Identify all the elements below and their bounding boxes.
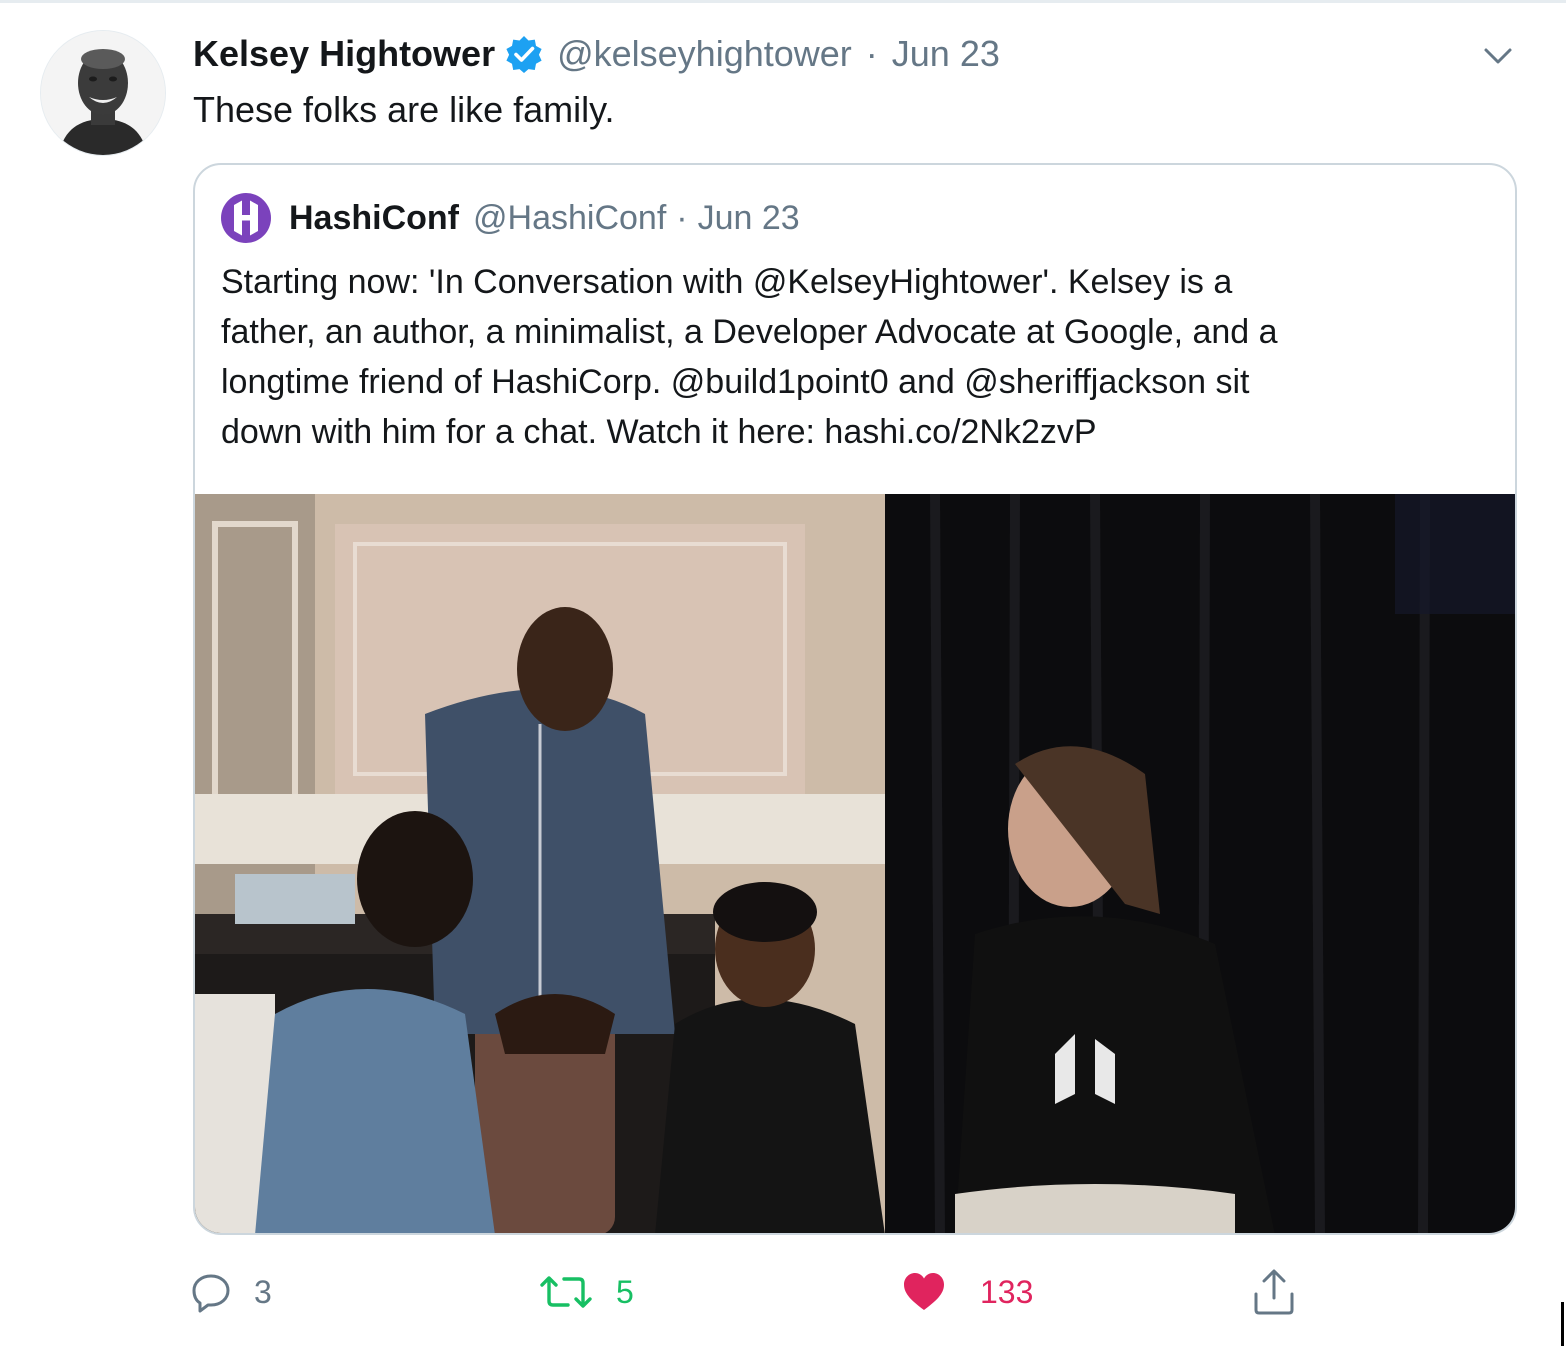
quoted-tweet-text: Starting now: 'In Conversation with @Kel… xyxy=(221,257,1493,457)
quoted-tweet-date[interactable]: Jun 23 xyxy=(698,199,800,238)
heart-icon xyxy=(902,1271,946,1313)
author-handle[interactable]: @kelseyhightower xyxy=(557,33,852,75)
quoted-author-name[interactable]: HashiConf xyxy=(289,199,459,238)
tweet-photo[interactable] xyxy=(195,494,1515,1233)
quoted-text-line: down with him for a chat. Watch it here:… xyxy=(221,413,1097,451)
retweet-icon xyxy=(538,1271,594,1313)
quoted-header-separator: · xyxy=(676,198,688,237)
quoted-author-handle[interactable]: @HashiConf xyxy=(473,199,666,238)
hashicorp-logo-icon xyxy=(221,193,271,243)
retweet-count: 5 xyxy=(616,1273,634,1310)
tweet-action-bar: 3 5 133 xyxy=(0,1262,1566,1322)
like-count: 133 xyxy=(980,1273,1034,1310)
share-icon xyxy=(1252,1268,1296,1316)
tweet-header: Kelsey Hightower @kelseyhightower · Jun … xyxy=(193,32,1000,76)
verified-badge-icon xyxy=(505,35,543,73)
quoted-tweet-card[interactable]: HashiConf @HashiConf · Jun 23 Starting n… xyxy=(193,163,1517,1235)
share-button[interactable] xyxy=(1252,1262,1296,1322)
reply-icon xyxy=(190,1271,232,1313)
top-divider xyxy=(0,0,1566,3)
header-separator: · xyxy=(865,33,878,74)
quoted-text-line: longtime friend of HashiCorp. @build1poi… xyxy=(221,363,1250,401)
tweet-text: These folks are like family. xyxy=(193,89,615,130)
quoted-tweet-header: HashiConf @HashiConf · Jun 23 xyxy=(221,193,800,243)
text-cursor xyxy=(1561,1302,1564,1346)
retweet-button[interactable]: 5 xyxy=(538,1262,634,1322)
reply-button[interactable]: 3 xyxy=(190,1262,272,1322)
author-name[interactable]: Kelsey Hightower xyxy=(193,33,495,75)
quoted-text-line: father, an author, a minimalist, a Devel… xyxy=(221,313,1278,351)
tweet-date[interactable]: Jun 23 xyxy=(892,33,1000,75)
quoted-text-line: Starting now: 'In Conversation with @Kel… xyxy=(221,263,1233,301)
author-avatar[interactable] xyxy=(40,30,166,156)
reply-count: 3 xyxy=(254,1273,272,1310)
chevron-down-icon[interactable] xyxy=(1478,36,1518,76)
like-button[interactable]: 133 xyxy=(902,1262,1033,1322)
